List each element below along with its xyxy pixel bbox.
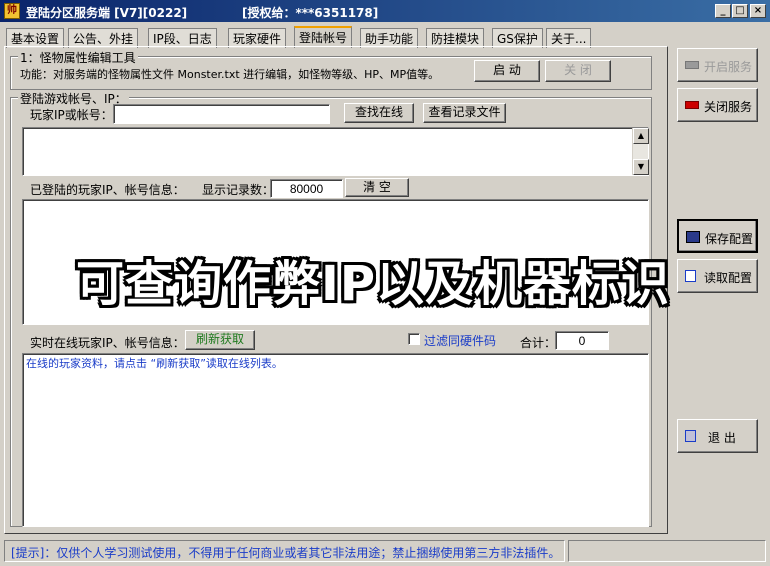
app-icon: 帅 [4,3,20,19]
start-service-icon [685,61,699,69]
refresh-button[interactable]: 刷新获取 [185,330,255,350]
status-bar-panel-2 [568,540,766,562]
load-config-button[interactable]: 读取配置 [677,259,758,293]
license-text: [授权给：***6351178] [242,6,379,20]
scroll-up-icon[interactable]: ▲ [633,128,649,144]
search-result-box[interactable] [22,127,649,176]
ip-account-label: 玩家IP或帐号： [30,108,113,122]
tab-basic-settings[interactable]: 基本设置 [6,28,65,48]
show-count-label: 显示记录数： [202,183,275,197]
monster-tool-group-label: 1：怪物属性编辑工具 [18,49,138,66]
filter-hardware-label[interactable]: 过滤同硬件码 [424,332,496,349]
realtime-online-label: 实时在线玩家IP、帐号信息： [30,336,185,350]
status-hint-text: [提示]：仅供个人学习测试使用，不得用于任何商业或者其它非法用途；禁止捆绑使用第… [11,546,561,560]
total-label: 合计： [520,336,557,350]
stop-service-button[interactable]: 关闭服务 [677,88,758,122]
stop-service-label: 关闭服务 [704,100,753,114]
tab-assistant[interactable]: 助手功能 [360,28,419,48]
load-config-icon [685,270,696,282]
status-bar: [提示]：仅供个人学习测试使用，不得用于任何商业或者其它非法用途；禁止捆绑使用第… [4,540,565,562]
minimize-button[interactable]: _ [715,4,731,18]
save-disk-icon [686,231,700,243]
tab-anti-hack[interactable]: 防挂模块 [426,28,485,48]
close-button[interactable]: × [750,4,766,18]
title-bar: 帅 登陆分区服务端 [V7][0222] [授权给：***6351178] _ … [0,0,770,22]
start-service-label: 开启服务 [704,60,753,74]
logged-players-label: 已登陆的玩家IP、帐号信息： [30,183,185,197]
clear-button[interactable]: 清 空 [345,178,409,197]
window-title: 登陆分区服务端 [V7][0222] [26,6,188,20]
tab-player-hardware[interactable]: 玩家硬件 [228,28,287,48]
tab-gs-protect[interactable]: GS保护 [492,28,543,48]
maximize-button[interactable]: □ [732,4,748,18]
online-hint-text: 在线的玩家资料，请点击 “刷新获取”读取在线列表。 [26,357,283,370]
monster-tool-description: 功能：对服务端的怪物属性文件 Monster.txt 进行编辑，如怪物等级、HP… [20,68,440,81]
find-online-button[interactable]: 查找在线 [344,103,414,123]
scroll-down-icon[interactable]: ▼ [633,159,649,175]
save-config-label: 保存配置 [705,232,754,246]
search-result-scrollbar[interactable]: ▲ ▼ [632,128,649,175]
filter-hardware-checkbox[interactable] [408,333,420,345]
save-config-button[interactable]: 保存配置 [677,219,758,253]
exit-door-icon [685,430,696,442]
online-players-list[interactable]: 在线的玩家资料，请点击 “刷新获取”读取在线列表。 [22,353,649,527]
total-count-field [555,331,609,350]
load-config-label: 读取配置 [704,271,753,285]
tab-login-account[interactable]: 登陆帐号 [294,26,353,48]
tab-ip-log[interactable]: IP段、日志 [148,28,217,48]
monster-start-button[interactable]: 启 动 [474,60,540,82]
view-log-button[interactable]: 查看记录文件 [423,103,506,123]
tab-about[interactable]: 关于... [546,28,592,48]
tab-notice-plugin[interactable]: 公告、外挂 [68,28,139,48]
stop-service-icon [685,101,699,109]
exit-button[interactable]: 退 出 [677,419,758,453]
logged-players-list[interactable] [22,199,649,325]
monster-close-button[interactable]: 关 闭 [545,60,611,82]
ip-account-input[interactable] [113,104,330,124]
start-service-button[interactable]: 开启服务 [677,48,758,82]
show-count-input[interactable] [270,179,343,198]
exit-label: 退 出 [708,431,736,445]
